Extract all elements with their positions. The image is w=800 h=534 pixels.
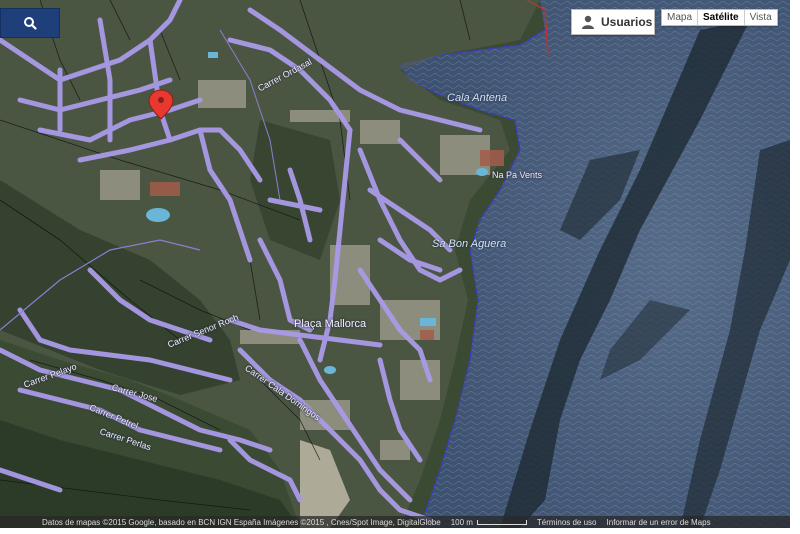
user-icon [582,15,594,29]
users-button[interactable]: Usuarios [571,9,655,35]
map-type-control: Mapa Satélite Vista [661,9,778,26]
map-type-satelite[interactable]: Satélite [698,10,745,25]
report-error-link[interactable]: Informar de un error de Maps [607,518,711,527]
place-label-cala-antena: Cala Antena [447,92,508,104]
scale-label: 100 m [450,517,473,527]
map-type-mapa[interactable]: Mapa [662,10,699,25]
users-label: Usuarios [601,15,653,29]
search-button[interactable] [0,8,60,38]
terms-link[interactable]: Términos de uso [537,518,597,527]
scale-indicator: 100 m [451,518,527,527]
search-icon [24,17,37,30]
attribution-text: Datos de mapas ©2015 Google, basado en B… [42,517,441,527]
place-label-sa-bon-aguera: Sa Bon Aguera [432,238,507,250]
place-label-placa-mallorca: Plaça Mallorca [294,318,367,330]
map-attribution-bar: Datos de mapas ©2015 Google, basado en B… [0,516,790,528]
map-type-vista[interactable]: Vista [745,10,777,25]
place-label-na-vents: Na Pa Vents [492,170,543,180]
scale-bar [476,519,527,525]
satellite-map[interactable]: Usuarios Mapa Satélite Vista Carrer Orda… [0,0,790,528]
satellite-imagery [0,0,790,528]
